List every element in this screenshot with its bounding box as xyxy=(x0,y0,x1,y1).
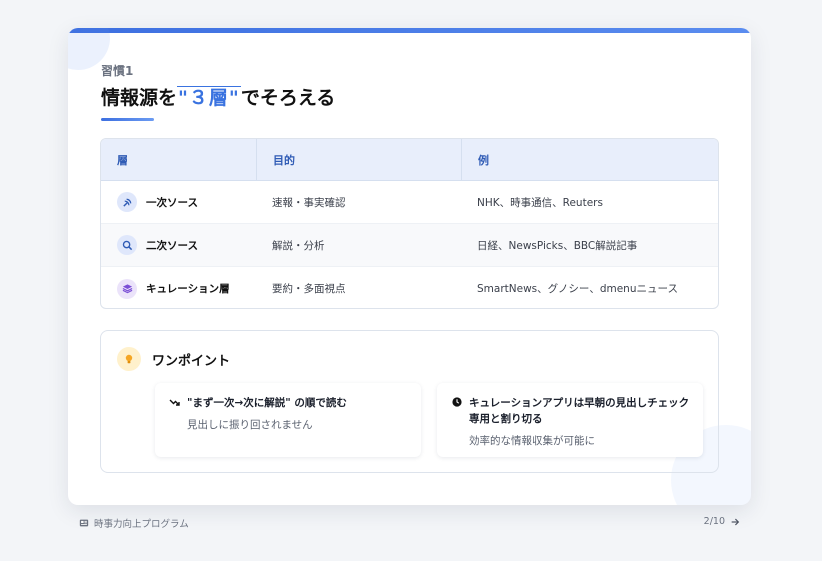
trend-arrow-icon xyxy=(169,399,180,406)
habit-label: 習慣1 xyxy=(101,64,134,78)
table-row: キュレーション層 要約・多面視点 SmartNews、グノシー、dmenuニュー… xyxy=(101,267,718,308)
program-name: 時事力向上プログラム xyxy=(94,519,189,530)
tip-item: "まず一次→次に解説" の順で読む 見出しに振り回されません xyxy=(155,383,421,457)
column-header-examples: 例 xyxy=(461,139,718,180)
clock-icon xyxy=(452,397,462,407)
newspaper-icon xyxy=(79,519,89,527)
layer-name: 二次ソース xyxy=(146,239,198,252)
tip-subtext: 見出しに振り回されません xyxy=(187,419,313,431)
layer-purpose: 速報・事実確認 xyxy=(272,196,346,209)
table-header: 層 目的 例 xyxy=(101,139,718,181)
layer-examples: SmartNews、グノシー、dmenuニュース xyxy=(477,283,678,295)
column-header-layer: 層 xyxy=(117,153,128,167)
pagination[interactable]: 2/10 xyxy=(704,516,740,527)
tip-text: キュレーションアプリは早朝の見出しチェック専用と割り切る xyxy=(469,397,690,425)
page-title: 情報源を"３層"でそろえる xyxy=(101,83,335,110)
satellite-signal-icon xyxy=(117,192,137,212)
lightbulb-icon xyxy=(117,347,141,371)
tip-box: ワンポイント "まず一次→次に解説" の順で読む 見出しに振り回されません キュ… xyxy=(100,330,719,473)
layer-examples: NHK、時事通信、Reuters xyxy=(477,196,603,209)
table-row: 二次ソース 解説・分析 日経、NewsPicks、BBC解説記事 xyxy=(101,224,718,267)
tip-text: "まず一次→次に解説" の順で読む xyxy=(187,397,347,409)
layer-name: 一次ソース xyxy=(146,196,198,209)
layer-purpose: 解説・分析 xyxy=(272,239,325,252)
tip-title: ワンポイント xyxy=(152,354,231,369)
magnifier-icon xyxy=(117,235,137,255)
title-highlight: "３層" xyxy=(177,86,241,109)
tip-subtext: 効率的な情報収集が可能に xyxy=(469,435,595,447)
source-layers-table: 層 目的 例 一次ソース 速報・事実確認 NHK、時事通信、Reuters 二次… xyxy=(100,138,719,309)
column-header-purpose: 目的 xyxy=(256,139,461,180)
title-after: でそろえる xyxy=(240,87,336,109)
layer-purpose: 要約・多面視点 xyxy=(272,283,346,295)
title-before: 情報源を xyxy=(101,87,178,109)
footer-program: 時事力向上プログラム xyxy=(79,516,189,530)
layers-icon xyxy=(117,278,137,299)
accent-bar xyxy=(68,28,751,33)
layer-name: キュレーション層 xyxy=(146,283,230,295)
arrow-right-icon[interactable] xyxy=(730,517,740,527)
page-indicator: 2/10 xyxy=(703,516,725,527)
table-row: 一次ソース 速報・事実確認 NHK、時事通信、Reuters xyxy=(101,181,718,224)
tip-item: キュレーションアプリは早朝の見出しチェック専用と割り切る 効率的な情報収集が可能… xyxy=(437,383,703,457)
slide-card: 習慣1 情報源を"３層"でそろえる 層 目的 例 一次ソース 速報・事実確認 N… xyxy=(68,28,751,505)
title-underline xyxy=(101,118,154,121)
layer-examples: 日経、NewsPicks、BBC解説記事 xyxy=(477,239,638,252)
